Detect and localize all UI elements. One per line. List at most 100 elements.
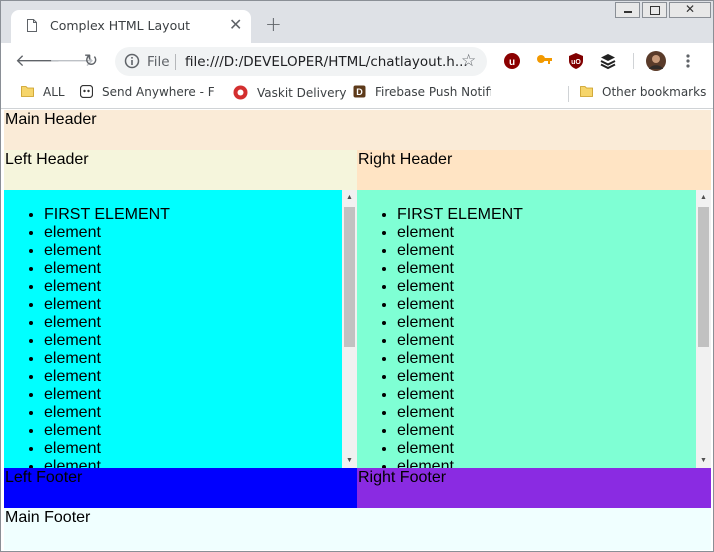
main-header: Main Header — [4, 110, 711, 150]
bookmark-label: Firebase Push Notific — [375, 85, 491, 99]
left-header-text: Left Header — [5, 151, 89, 168]
list-item: element — [44, 404, 170, 422]
right-footer-text: Right Footer — [358, 469, 447, 486]
right-list: FIRST ELEMENTelementelementelementelemen… — [357, 206, 523, 468]
scroll-down-icon[interactable]: ▼ — [342, 453, 357, 468]
ublock-origin-icon[interactable]: uO — [567, 52, 585, 70]
bookmark-label: Send Anywhere - File — [102, 85, 214, 99]
right-scroll-panel[interactable]: FIRST ELEMENTelementelementelementelemen… — [357, 190, 711, 468]
buffer-icon[interactable] — [599, 52, 617, 70]
list-item: element — [44, 386, 170, 404]
svg-text:u: u — [509, 57, 515, 68]
info-icon — [124, 53, 140, 69]
list-item: element — [397, 296, 523, 314]
restore-icon — [650, 6, 660, 15]
minimize-icon — [624, 11, 632, 13]
list-item: element — [397, 386, 523, 404]
list-item: FIRST ELEMENT — [397, 206, 523, 224]
list-item: element — [44, 422, 170, 440]
bookmark-label: Vaskit Delivery — [257, 86, 347, 100]
list-item: element — [44, 260, 170, 278]
list-item: element — [44, 368, 170, 386]
scrollbar-thumb[interactable] — [344, 207, 355, 347]
bookmarks-bar: ALL Send Anywhere - File Vaskit Delivery… — [1, 79, 713, 109]
plus-icon[interactable]: + — [265, 14, 282, 34]
scroll-up-icon[interactable]: ▲ — [342, 190, 357, 205]
list-item: element — [44, 458, 170, 468]
tab-title: Complex HTML Layout — [50, 18, 191, 33]
svg-text:D: D — [356, 87, 363, 97]
scroll-down-icon[interactable]: ▼ — [696, 453, 711, 468]
tab-complex-html-layout[interactable]: Complex HTML Layout ✕ — [11, 10, 251, 43]
bookmark-vaskit-delivery[interactable]: Vaskit Delivery — [233, 85, 347, 103]
more-vert-icon[interactable] — [679, 52, 697, 70]
right-header: Right Header — [357, 150, 711, 190]
list-item: element — [44, 350, 170, 368]
right-footer: Right Footer — [357, 468, 711, 508]
list-item: element — [397, 368, 523, 386]
bookmark-send-anywhere[interactable]: Send Anywhere - File — [80, 85, 214, 103]
folder-icon — [21, 86, 34, 97]
key-icon[interactable] — [535, 52, 553, 70]
page-icon — [27, 19, 37, 32]
list-item: element — [44, 278, 170, 296]
divider — [568, 86, 569, 102]
left-header: Left Header — [4, 150, 357, 190]
list-item: element — [397, 332, 523, 350]
close-icon[interactable]: ✕ — [229, 16, 242, 34]
bookmark-other-bookmarks[interactable]: Other bookmarks — [580, 85, 706, 103]
bookmark-label: Other bookmarks — [602, 85, 707, 99]
address-bar[interactable]: File file:///D:/DEVELOPER/HTML/chatlayou… — [115, 47, 487, 76]
scrollbar-thumb[interactable] — [698, 207, 709, 347]
url-scheme-label: File — [147, 54, 170, 70]
browser-window: Complex HTML Layout ✕ + ✕ 🡐 🡒 ↻ File fil… — [0, 0, 714, 552]
divider — [633, 53, 634, 69]
send-anywhere-icon — [80, 85, 93, 98]
star-icon[interactable]: ☆ — [461, 51, 476, 71]
list-item: element — [44, 224, 170, 242]
ublock-icon[interactable]: u — [503, 52, 521, 70]
list-item: element — [44, 332, 170, 350]
reload-icon[interactable]: ↻ — [81, 51, 101, 71]
list-item: element — [44, 314, 170, 332]
url-text[interactable]: file:///D:/DEVELOPER/HTML/chatlayout.h..… — [185, 54, 468, 70]
left-scroll-panel[interactable]: FIRST ELEMENTelementelementelementelemen… — [4, 190, 357, 468]
divider — [175, 54, 176, 70]
list-item: element — [397, 440, 523, 458]
forward-arrow-icon[interactable]: 🡒 — [49, 51, 95, 71]
svg-text:uO: uO — [571, 59, 581, 66]
list-item: element — [397, 404, 523, 422]
close-window-button[interactable]: ✕ — [669, 2, 711, 18]
left-list: FIRST ELEMENTelementelementelementelemen… — [4, 206, 170, 468]
left-scrollbar[interactable]: ▲ ▼ — [342, 190, 357, 468]
page-content: Main Header Left Header Right Header FIR… — [4, 110, 711, 550]
bookmark-firebase-push[interactable]: D Firebase Push Notific — [353, 85, 491, 103]
list-item: element — [397, 350, 523, 368]
window-controls: ✕ — [615, 2, 713, 19]
avatar[interactable] — [646, 51, 666, 71]
list-item: element — [397, 458, 523, 468]
list-item: element — [44, 296, 170, 314]
list-item: element — [397, 278, 523, 296]
minimize-button[interactable] — [615, 2, 640, 18]
bookmark-label: ALL — [43, 85, 65, 99]
left-footer: Left Footer — [4, 468, 357, 508]
main-footer: Main Footer — [4, 508, 711, 550]
list-item: element — [397, 314, 523, 332]
maximize-button[interactable] — [642, 2, 667, 18]
right-scrollbar[interactable]: ▲ ▼ — [696, 190, 711, 468]
folder-icon — [580, 86, 593, 97]
main-header-text: Main Header — [5, 111, 97, 128]
list-item: element — [44, 242, 170, 260]
list-item: element — [397, 422, 523, 440]
vaskit-icon — [233, 85, 248, 100]
list-item: element — [44, 440, 170, 458]
scroll-up-icon[interactable]: ▲ — [696, 190, 711, 205]
firebase-icon: D — [353, 85, 366, 98]
toolbar: 🡐 🡒 ↻ File file:///D:/DEVELOPER/HTML/cha… — [1, 43, 713, 79]
bookmark-all[interactable]: ALL — [21, 85, 65, 103]
left-footer-text: Left Footer — [5, 469, 83, 486]
close-window-icon: ✕ — [685, 2, 696, 16]
back-arrow-icon[interactable]: 🡐 — [15, 51, 61, 71]
list-item: element — [397, 242, 523, 260]
